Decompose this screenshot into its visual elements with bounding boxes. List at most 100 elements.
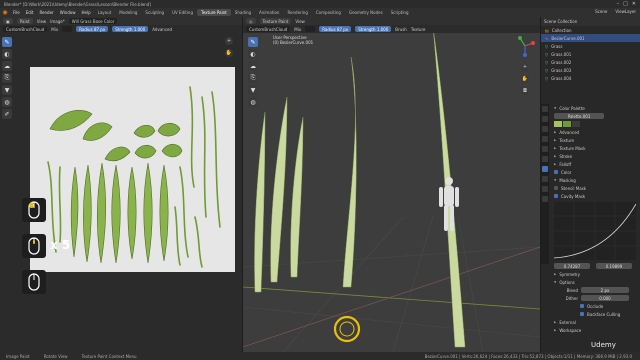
tab-animation[interactable]: Animation: [255, 9, 283, 16]
color-swatch[interactable]: [305, 26, 316, 32]
smear-tool-icon[interactable]: ☁: [2, 61, 12, 71]
bleed-field[interactable]: 2 px: [581, 287, 629, 293]
workspace-section[interactable]: ▶ Workspace: [550, 326, 640, 334]
pan-hand-icon[interactable]: ✋: [521, 75, 529, 83]
smear-tool-icon[interactable]: ☁: [248, 61, 258, 71]
tool-tab-icon[interactable]: [542, 106, 548, 112]
draw-tool-icon[interactable]: ✎: [248, 37, 258, 47]
strength-field[interactable]: Strength 1.000: [112, 26, 149, 32]
clone-tool-icon[interactable]: ⎘: [2, 73, 12, 83]
blend-mode[interactable]: Mix: [294, 27, 301, 32]
material-tab-icon[interactable]: [542, 186, 548, 192]
cavity-curve-widget[interactable]: [553, 202, 637, 260]
mode-dropdown[interactable]: Texture Paint: [259, 18, 292, 24]
masking-section[interactable]: ▼ Masking: [550, 176, 640, 184]
checkbox[interactable]: [580, 304, 584, 308]
menu-edit[interactable]: Edit: [23, 10, 37, 15]
tab-texture-paint[interactable]: Texture Paint: [196, 9, 231, 16]
palette-swatch[interactable]: [563, 121, 571, 127]
minimize-icon[interactable]: –: [617, 1, 620, 7]
occlude-toggle[interactable]: Occlude: [550, 302, 640, 310]
fill-tool-icon[interactable]: ▼: [2, 85, 12, 95]
curve-x-field[interactable]: 0.74287: [554, 263, 590, 269]
options-section[interactable]: ▼ Options: [550, 278, 640, 286]
palette-name-field[interactable]: Palette.001: [554, 113, 604, 119]
backface-culling-toggle[interactable]: Backface Culling: [550, 310, 640, 318]
menu-view[interactable]: View: [295, 19, 305, 24]
blend-mode[interactable]: Mix: [51, 27, 58, 32]
view-layer-tab-icon[interactable]: [542, 136, 548, 142]
outliner-row[interactable]: ∿ BezierCurve.001: [541, 34, 640, 42]
fill-tool-icon[interactable]: ▼: [248, 85, 258, 95]
palette-swatch[interactable]: [554, 121, 562, 127]
brush-selector[interactable]: CustomBrushCloud: [3, 26, 48, 32]
tab-scripting[interactable]: Scripting: [387, 9, 413, 16]
menu-view[interactable]: View: [37, 19, 47, 24]
outliner-row[interactable]: ▽ Grass.004: [541, 74, 640, 82]
zoom-icon[interactable]: +: [225, 37, 233, 45]
palette-selector[interactable]: Palette.001: [550, 112, 640, 120]
tab-compositing[interactable]: Compositing: [312, 9, 345, 16]
3d-viewport[interactable]: [242, 17, 541, 353]
mask-tool-icon[interactable]: ◍: [248, 97, 258, 107]
checkbox[interactable]: [554, 170, 558, 174]
outliner-row[interactable]: ▤ Collection: [541, 26, 640, 34]
close-icon[interactable]: ✕: [632, 1, 636, 7]
checkbox[interactable]: [554, 194, 558, 198]
advanced-menu[interactable]: Advanced: [152, 27, 172, 32]
external-section[interactable]: ▶ External: [550, 318, 640, 326]
texture-tab-icon[interactable]: [542, 196, 548, 202]
clone-tool-icon[interactable]: ⎘: [248, 73, 258, 83]
stroke-section[interactable]: ▶ Stroke: [550, 152, 640, 160]
dither-field[interactable]: 0.000: [581, 295, 629, 301]
texture-section[interactable]: ▶ Texture: [550, 136, 640, 144]
color-toggle[interactable]: Color: [550, 168, 640, 176]
tab-layout[interactable]: Layout: [94, 9, 116, 16]
modifier-tab-icon[interactable]: [542, 176, 548, 182]
curve-y-field[interactable]: 0.19899: [596, 263, 632, 269]
draw-tool-icon[interactable]: ✎: [2, 37, 12, 47]
outliner-row[interactable]: ▽ Grass.002: [541, 58, 640, 66]
tab-geometry-nodes[interactable]: Geometry Nodes: [345, 9, 387, 16]
world-tab-icon[interactable]: [542, 156, 548, 162]
maximize-icon[interactable]: □: [623, 1, 628, 7]
editor-type-icon[interactable]: ◎: [246, 18, 256, 24]
menu-window[interactable]: Window: [57, 10, 79, 15]
outliner-row[interactable]: ▽ Grass: [541, 42, 640, 50]
pan-hand-icon[interactable]: ✋: [225, 49, 233, 57]
outliner-row[interactable]: ▽ Grass.001: [541, 50, 640, 58]
menu-image[interactable]: Image*: [50, 19, 65, 24]
tab-sculpting[interactable]: Sculpting: [141, 9, 168, 16]
texture-menu[interactable]: Texture: [411, 27, 426, 32]
soften-tool-icon[interactable]: ◐: [2, 49, 12, 59]
advanced-section[interactable]: ▶ Advanced: [550, 128, 640, 136]
scene-selector[interactable]: Scene: [595, 9, 607, 14]
camera-icon[interactable]: ◘: [521, 87, 529, 95]
tab-rendering[interactable]: Rendering: [283, 9, 311, 16]
palette-swatch[interactable]: [572, 121, 580, 127]
output-tab-icon[interactable]: [542, 126, 548, 132]
radius-field[interactable]: Radius 87 px: [319, 26, 352, 32]
checkbox[interactable]: [580, 312, 584, 316]
tab-shading[interactable]: Shading: [231, 9, 255, 16]
image-name-field[interactable]: Will Grass Base Color: [68, 18, 118, 24]
soften-tool-icon[interactable]: ◐: [248, 49, 258, 59]
blender-logo-icon[interactable]: ◉: [0, 8, 10, 17]
brush-menu[interactable]: Brush: [395, 27, 407, 32]
menu-file[interactable]: File: [10, 10, 23, 15]
annotate-tool-icon[interactable]: ✐: [2, 109, 12, 119]
radius-field[interactable]: Radius 87 px: [76, 26, 109, 32]
menu-render[interactable]: Render: [36, 10, 56, 15]
brush-selector[interactable]: CustomBrushCloud: [246, 26, 291, 32]
axis-gizmo-icon[interactable]: [514, 35, 536, 57]
zoom-icon[interactable]: +: [521, 63, 529, 71]
tab-modeling[interactable]: Modeling: [115, 9, 141, 16]
menu-help[interactable]: Help: [78, 10, 93, 15]
mask-tool-icon[interactable]: ◍: [2, 97, 12, 107]
object-tab-icon[interactable]: [542, 166, 548, 172]
falloff-section[interactable]: ▶ Falloff: [550, 160, 640, 168]
strength-field[interactable]: Strength 1.000: [355, 26, 392, 32]
outliner-row[interactable]: ▽ Grass.003: [541, 66, 640, 74]
color-swatch[interactable]: [62, 26, 73, 32]
texture-mask-section[interactable]: ▶ Texture Mask: [550, 144, 640, 152]
